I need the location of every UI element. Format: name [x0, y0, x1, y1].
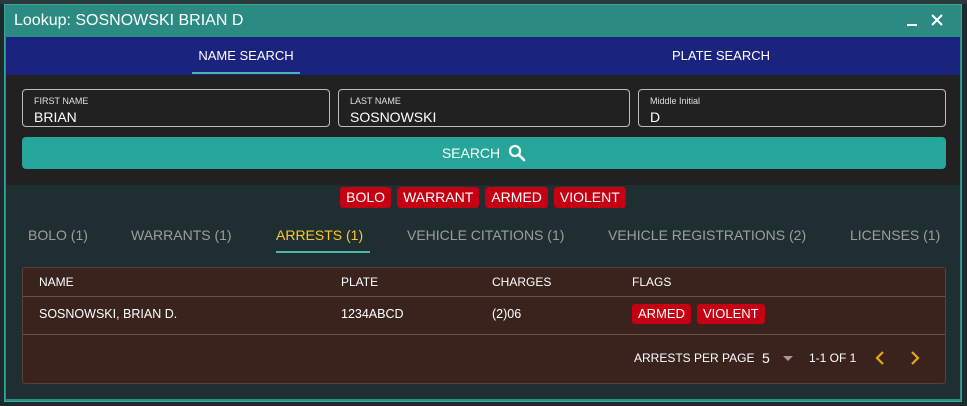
flag-warrant-badge: WARRANT: [397, 187, 480, 208]
middle-initial-value[interactable]: D: [650, 109, 660, 125]
column-header-flags[interactable]: FLAGS: [632, 275, 671, 289]
caret-down-icon[interactable]: [781, 351, 795, 365]
chevron-right-icon[interactable]: [904, 348, 924, 368]
flag-armed-badge: ARMED: [485, 187, 548, 208]
row-flag-violent-badge: VIOLENT: [696, 304, 765, 324]
tab-vehicle-citations[interactable]: VEHICLE CITATIONS (1): [407, 227, 564, 243]
tab-name-search[interactable]: NAME SEARCH: [156, 37, 336, 75]
middle-initial-field[interactable]: Middle Initial D: [638, 89, 946, 127]
cell-flags: ARMED VIOLENT: [632, 304, 765, 324]
page-range: 1-1 OF 1: [809, 351, 857, 365]
cell-charges: (2)06: [492, 307, 522, 321]
first-name-value[interactable]: BRIAN: [34, 109, 77, 125]
window-content: NAME SEARCH PLATE SEARCH FIRST NAME BRIA…: [6, 37, 960, 399]
rows-per-page-value[interactable]: 5: [762, 350, 770, 366]
row-flag-armed-badge: ARMED: [632, 304, 691, 324]
column-header-name[interactable]: NAME: [39, 275, 74, 289]
rows-per-page-label: ARRESTS PER PAGE: [634, 351, 755, 365]
active-subtab-indicator: [276, 251, 370, 253]
close-icon: [931, 14, 943, 26]
cell-plate: 1234ABCD: [341, 307, 404, 321]
search-type-tabs: NAME SEARCH PLATE SEARCH: [6, 37, 960, 75]
lookup-window: Lookup: SOSNOWSKI BRIAN D NAME SEARCH PL…: [4, 4, 962, 402]
minimize-icon: [907, 24, 917, 26]
minimize-button[interactable]: [902, 10, 922, 30]
search-button[interactable]: SEARCH: [22, 137, 946, 169]
close-button[interactable]: [927, 10, 947, 30]
cell-name: SOSNOWSKI, BRIAN D.: [39, 307, 178, 321]
column-header-plate[interactable]: PLATE: [341, 275, 378, 289]
last-name-field[interactable]: LAST NAME SOSNOWSKI: [338, 89, 630, 127]
titlebar: Lookup: SOSNOWSKI BRIAN D: [4, 4, 962, 38]
window-title: Lookup: SOSNOWSKI BRIAN D: [14, 12, 244, 29]
column-header-charges[interactable]: CHARGES: [492, 275, 551, 289]
search-icon: [509, 144, 526, 162]
table-row[interactable]: SOSNOWSKI, BRIAN D. 1234ABCD (2)06 ARMED…: [23, 296, 945, 335]
tab-warrants[interactable]: WARRANTS (1): [131, 227, 232, 243]
subject-flags: BOLO WARRANT ARMED VIOLENT: [6, 187, 960, 213]
table-pagination: ARRESTS PER PAGE 5 1-1 OF 1: [23, 338, 945, 378]
name-search-form: FIRST NAME BRIAN LAST NAME SOSNOWSKI Mid…: [6, 75, 960, 185]
table-header: NAME PLATE CHARGES FLAGS: [23, 268, 945, 297]
active-tab-indicator: [192, 72, 300, 74]
arrests-table: NAME PLATE CHARGES FLAGS SOSNOWSKI, BRIA…: [22, 267, 946, 384]
first-name-field[interactable]: FIRST NAME BRIAN: [22, 89, 330, 127]
tab-arrests[interactable]: ARRESTS (1): [276, 227, 363, 243]
first-name-label: FIRST NAME: [34, 96, 89, 106]
last-name-label: LAST NAME: [350, 96, 401, 106]
search-button-label: SEARCH: [441, 145, 501, 161]
tab-vehicle-registrations[interactable]: VEHICLE REGISTRATIONS (2): [608, 227, 806, 243]
tab-licenses[interactable]: LICENSES (1): [850, 227, 940, 243]
last-name-value[interactable]: SOSNOWSKI: [350, 109, 436, 125]
middle-initial-label: Middle Initial: [650, 96, 701, 106]
chevron-left-icon[interactable]: [871, 348, 891, 368]
flag-bolo-badge: BOLO: [340, 187, 392, 208]
tab-bolo[interactable]: BOLO (1): [28, 227, 88, 243]
record-tabs: BOLO (1) WARRANTS (1) ARRESTS (1) VEHICL…: [6, 223, 960, 257]
tab-plate-search[interactable]: PLATE SEARCH: [621, 37, 821, 75]
flag-violent-badge: VIOLENT: [553, 187, 626, 208]
